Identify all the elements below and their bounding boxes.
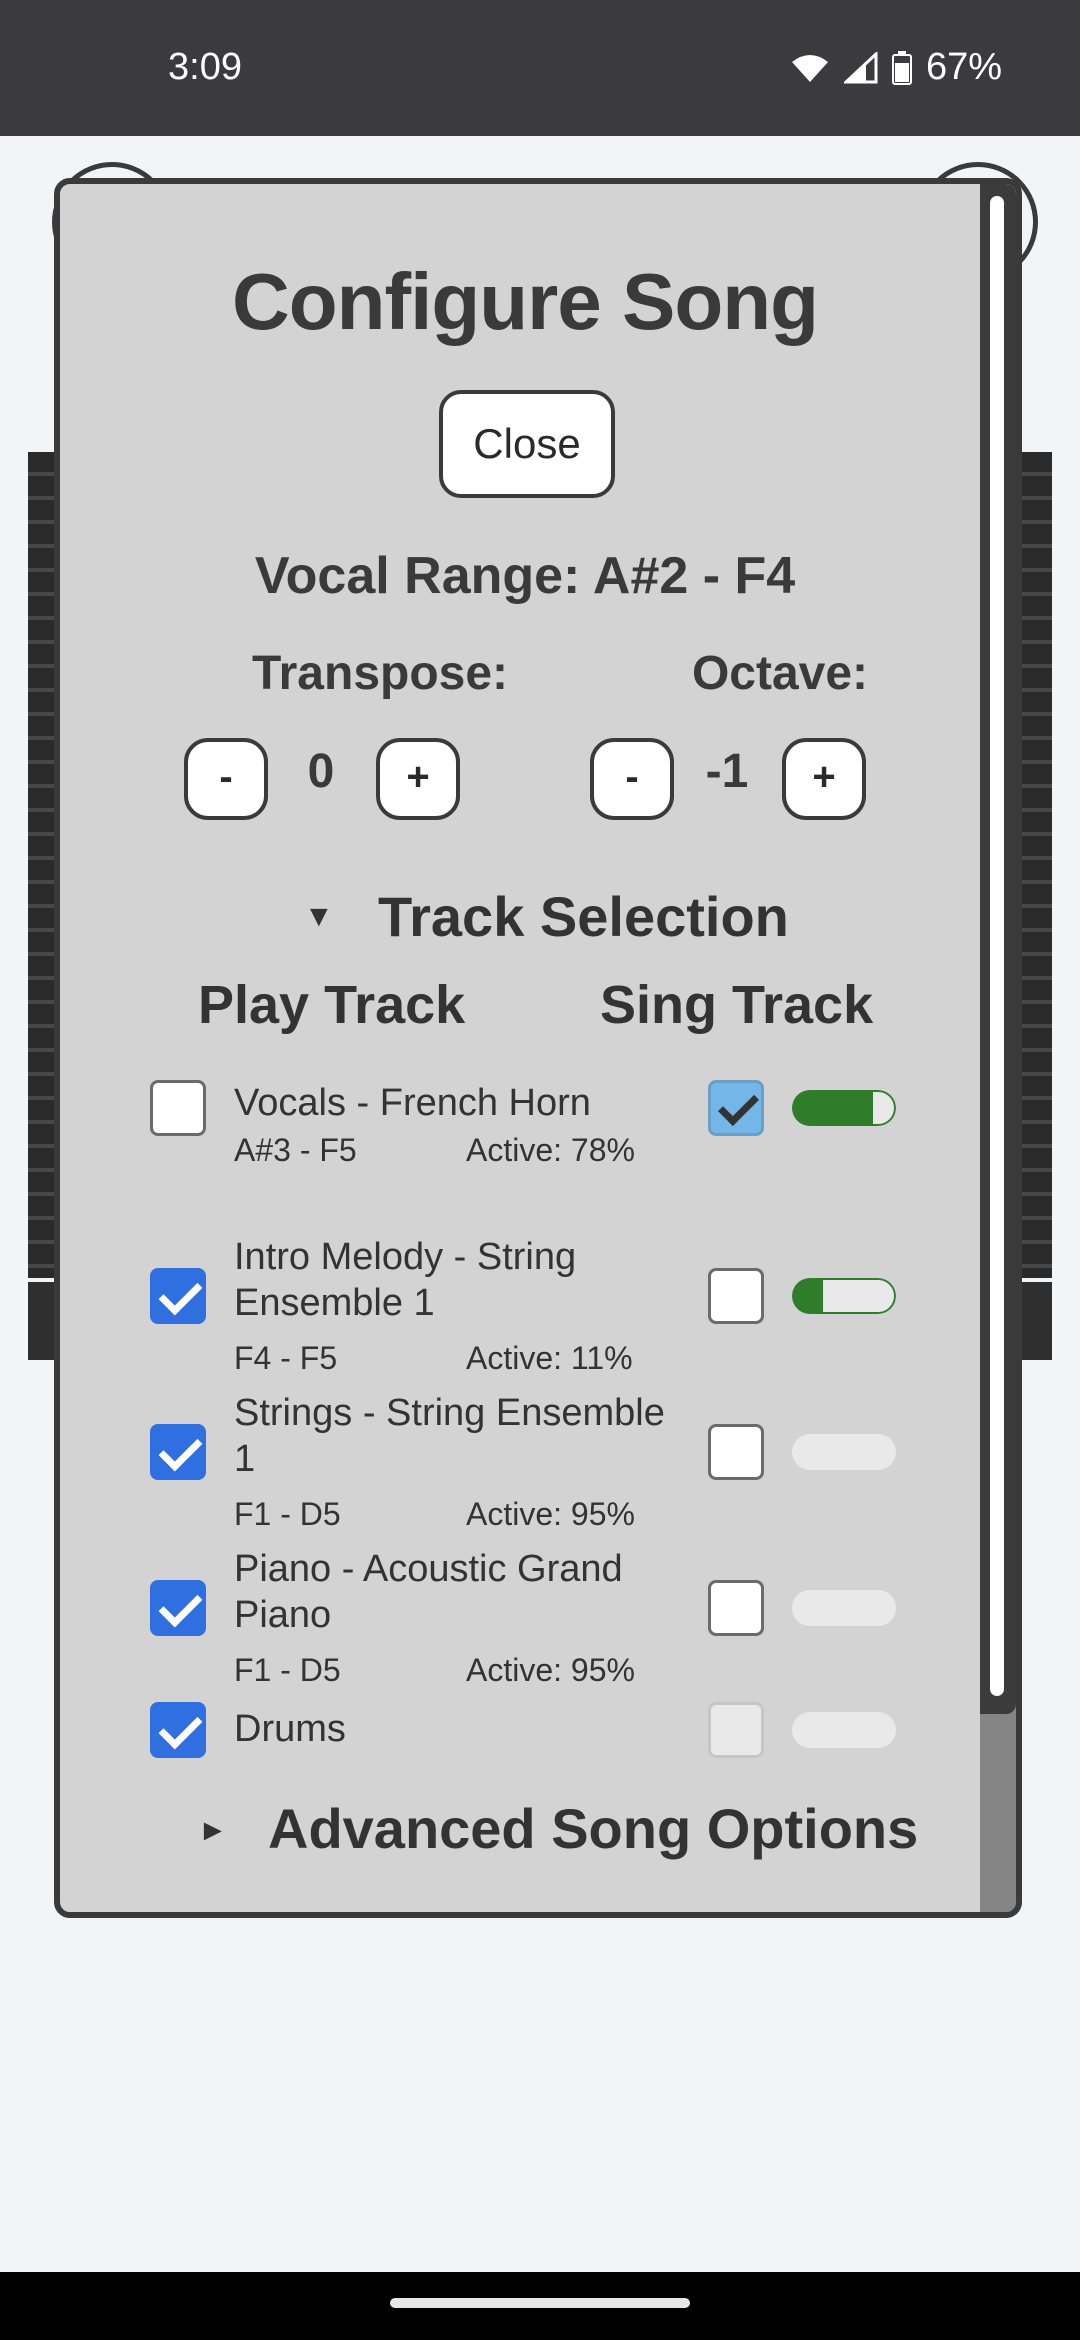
track-range: A#3 - F5 <box>234 1132 357 1168</box>
track-active-percent: Active: 11% <box>466 1340 633 1376</box>
play-track-checkbox[interactable] <box>150 1702 206 1758</box>
octave-plus-button[interactable]: + <box>782 738 866 820</box>
status-time: 3:09 <box>168 46 242 88</box>
play-track-checkbox[interactable] <box>150 1080 206 1136</box>
transpose-label: Transpose: <box>251 647 509 700</box>
play-track-checkbox[interactable] <box>150 1268 206 1324</box>
track-name: Piano - Acoustic Grand Piano <box>234 1548 623 1636</box>
track-name: Drums <box>234 1708 346 1750</box>
track-range: F1 - D5 <box>234 1652 341 1688</box>
sing-track-checkbox[interactable] <box>708 1080 764 1136</box>
transpose-plus-button[interactable]: + <box>376 738 460 820</box>
track-activity-bar <box>792 1712 896 1748</box>
track-range: F4 - F5 <box>234 1340 338 1376</box>
signal-icon <box>843 51 878 84</box>
track-activity-outline <box>792 1278 896 1314</box>
configure-song-dialog: Configure Song Close Vocal Range: A#2 - … <box>54 178 1022 1918</box>
octave-value: -1 <box>705 745 749 798</box>
track-name: Strings - String Ensemble 1 <box>234 1392 665 1480</box>
track-activity-bar <box>792 1434 896 1470</box>
track-active-percent: Active: 95% <box>466 1496 635 1532</box>
vocal-range: Vocal Range: A#2 - F4 <box>254 547 796 605</box>
close-button[interactable]: Close <box>439 390 615 498</box>
track-activity-bar <box>792 1590 896 1626</box>
battery-percent: 67% <box>925 46 1002 88</box>
sing-track-checkbox <box>708 1702 764 1758</box>
sing-track-checkbox[interactable] <box>708 1268 764 1324</box>
play-track-checkbox[interactable] <box>150 1424 206 1480</box>
octave-minus-button[interactable]: - <box>590 738 674 820</box>
track-active-percent: Active: 78% <box>466 1132 635 1168</box>
track-active-percent: Active: 95% <box>466 1652 635 1688</box>
track-activity-outline <box>792 1090 896 1126</box>
dialog-title: Configure Song <box>232 257 819 346</box>
collapsed-triangle-icon[interactable]: ► <box>198 1814 228 1848</box>
play-track-header: Play Track <box>198 975 466 1035</box>
scrollbar-thumb[interactable] <box>980 184 1016 1714</box>
track-selection-toggle[interactable]: Track Selection <box>378 884 789 949</box>
play-track-checkbox[interactable] <box>150 1580 206 1636</box>
track-name: Vocals - French Horn <box>234 1082 591 1124</box>
transpose-value: 0 <box>307 745 335 798</box>
sing-track-checkbox[interactable] <box>708 1580 764 1636</box>
battery-icon <box>891 50 912 85</box>
sing-track-header: Sing Track <box>600 975 874 1035</box>
wifi-icon <box>790 52 830 84</box>
track-range: F1 - D5 <box>234 1496 341 1532</box>
expanded-triangle-icon[interactable]: ▼ <box>304 900 334 934</box>
home-gesture-pill[interactable] <box>390 2298 690 2308</box>
octave-label: Octave: <box>691 647 869 700</box>
sing-track-checkbox[interactable] <box>708 1424 764 1480</box>
transpose-minus-button[interactable]: - <box>184 738 268 820</box>
track-activity-bar <box>792 1090 896 1126</box>
status-bar: 3:09 67% <box>0 0 1080 136</box>
status-icons: 67% <box>790 46 1002 89</box>
advanced-song-options-toggle[interactable]: Advanced Song Options <box>268 1796 918 1861</box>
track-activity-bar <box>792 1278 896 1314</box>
track-name: Intro Melody - String Ensemble 1 <box>234 1236 577 1324</box>
